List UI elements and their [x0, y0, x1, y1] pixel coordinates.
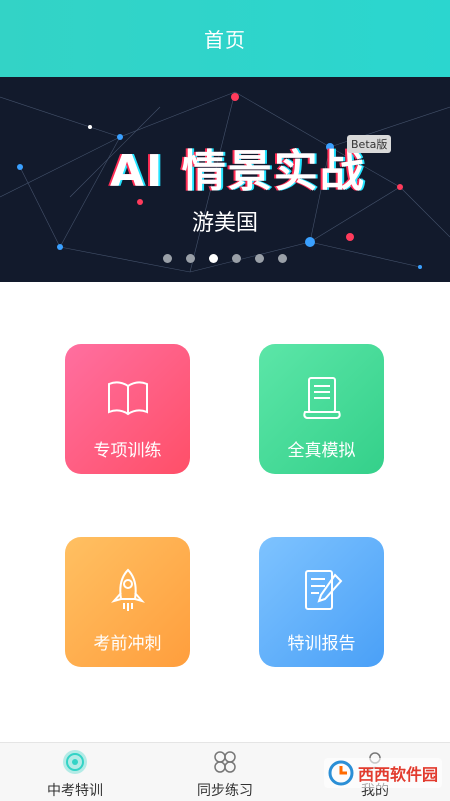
page-title: 首页 [204, 28, 246, 52]
report-edit-icon [304, 570, 342, 610]
tab-exam-training[interactable]: 中考特训 [0, 743, 150, 801]
book-icon [107, 381, 148, 416]
mock-exam-card[interactable]: 全真模拟 [259, 344, 384, 474]
carousel-dot[interactable] [255, 254, 264, 263]
watermark-logo: 西西软件园 [323, 758, 442, 788]
target-icon [63, 750, 87, 774]
carousel-dot[interactable] [232, 254, 241, 263]
training-report-card[interactable]: 特训报告 [259, 537, 384, 667]
watermark-text: 西西软件园 [357, 765, 438, 784]
top-header: 首页 [0, 0, 450, 77]
special-training-card[interactable]: 专项训练 [65, 344, 190, 474]
tab-label: 同步练习 [197, 783, 253, 799]
carousel-dots[interactable] [0, 254, 450, 263]
banner-title: AI 情景实战 [110, 146, 366, 197]
carousel-dot[interactable] [278, 254, 287, 263]
card-label: 特训报告 [287, 634, 356, 654]
tab-label: 中考特训 [47, 783, 103, 799]
scroll-icon [302, 377, 341, 419]
carousel-dot-active[interactable] [209, 254, 218, 263]
card-label: 专项训练 [93, 441, 162, 461]
card-label: 全真模拟 [287, 441, 356, 461]
final-sprint-card[interactable]: 考前冲刺 [65, 537, 190, 667]
card-label: 考前冲刺 [93, 634, 162, 654]
watermark-icon [328, 760, 354, 786]
promo-banner[interactable]: AI 情景实战 Beta版 游美国 [0, 77, 450, 282]
tab-sync-practice[interactable]: 同步练习 [150, 743, 300, 801]
rocket-icon [110, 568, 145, 611]
banner-subtitle: 游美国 [191, 211, 258, 236]
clover-icon [214, 751, 236, 773]
carousel-dot[interactable] [163, 254, 172, 263]
beta-badge: Beta版 [347, 135, 392, 153]
carousel-dot[interactable] [186, 254, 195, 263]
